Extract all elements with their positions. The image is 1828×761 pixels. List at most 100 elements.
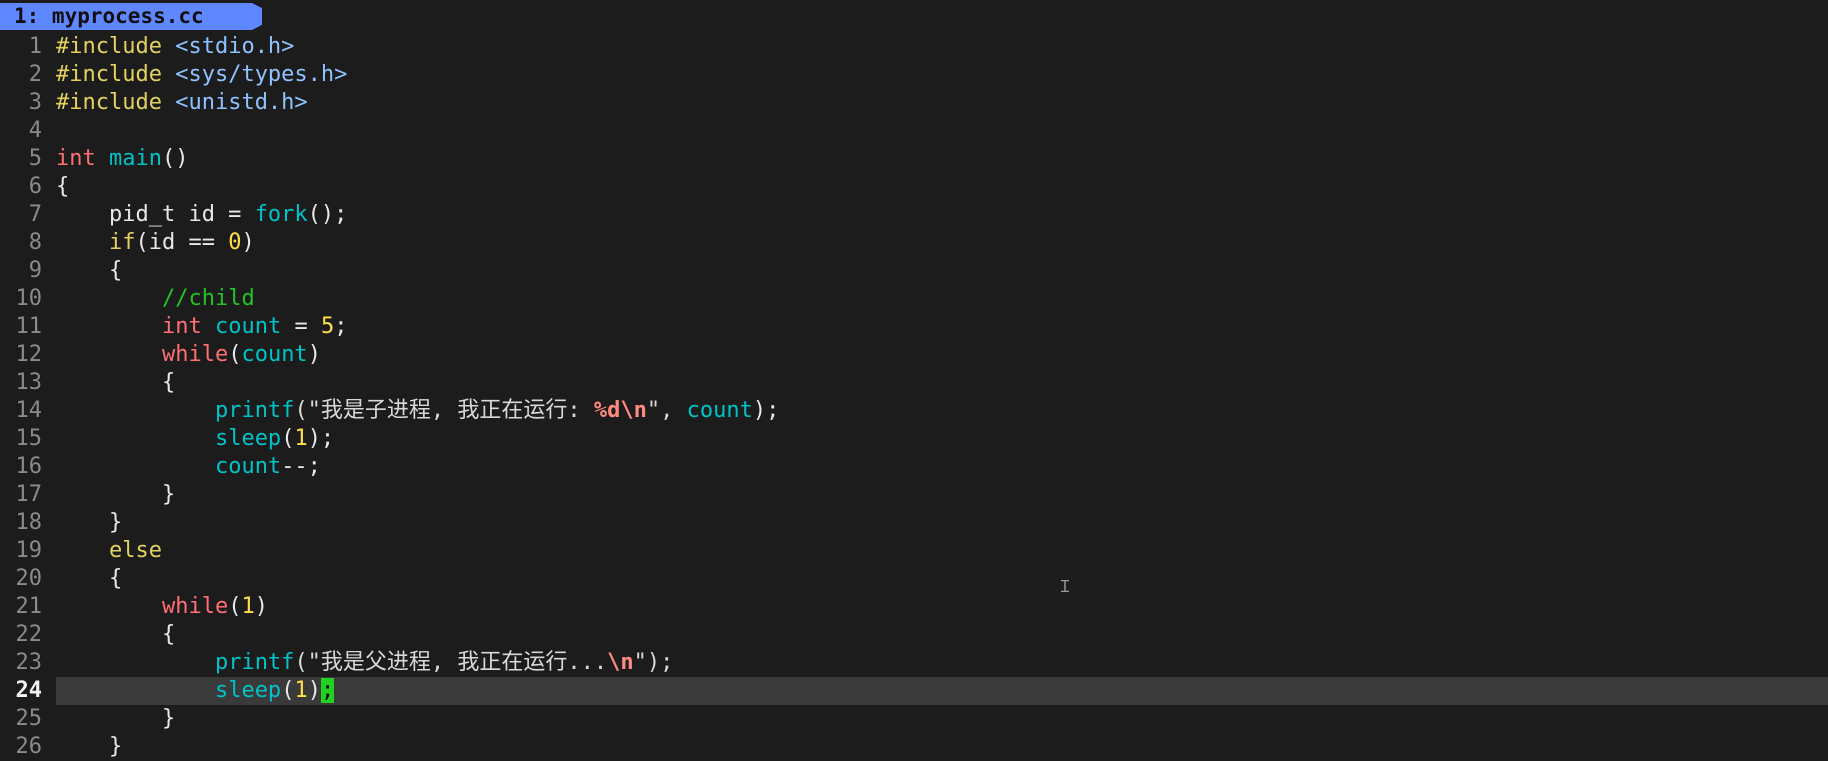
code-token: sleep [214,678,282,703]
code-token: pid_t id = [56,202,255,227]
line-code: } [56,733,122,761]
code-line[interactable]: 25 } [0,705,1828,733]
code-line[interactable]: 12 while(count) [0,341,1828,369]
line-number: 20 [15,566,43,591]
line-code: pid_t id = fork(); [56,201,347,229]
line-number: 4 [28,118,42,143]
code-token: if [108,230,136,255]
code-token: --; [281,454,321,479]
code-token: { [56,258,123,283]
code-token: ( [281,678,295,703]
line-number: 13 [15,370,43,395]
buffer-tab[interactable]: 1: myprocess.cc [0,3,262,30]
line-number: 14 [15,398,43,423]
line-number: 18 [15,510,43,535]
line-number: 22 [15,622,43,647]
code-line[interactable]: 7 pid_t id = fork(); [0,201,1828,229]
code-token: ", [646,398,687,423]
code-line[interactable]: 8 if(id == 0) [0,229,1828,257]
line-number: 6 [28,174,42,199]
code-line-current[interactable]: 24 sleep(1); [0,677,1828,705]
code-token: ) [307,342,321,367]
code-line[interactable]: 15 sleep(1); [0,425,1828,453]
code-line[interactable]: 3 #include <unistd.h> [0,89,1828,117]
code-line[interactable]: 5 int main() [0,145,1828,173]
code-token: <sys/types.h> [175,62,348,87]
code-line[interactable]: 4 [0,117,1828,145]
code-token: else [108,538,162,563]
line-code: { [56,173,69,201]
line-number: 24 [15,678,43,703]
line-number: 21 [15,594,43,619]
code-line[interactable]: 9 { [0,257,1828,285]
line-code: } [56,481,175,509]
line-number: 25 [15,706,43,731]
line-code: printf("我是子进程, 我正在运行: %d\n", count); [56,397,779,425]
code-line[interactable]: 2 #include <sys/types.h> [0,61,1828,89]
line-code: { [56,369,175,397]
line-code: while(1) [56,593,268,621]
code-line[interactable]: 18 } [0,509,1828,537]
code-line[interactable]: 16 count--; [0,453,1828,481]
code-token: ( [281,426,295,451]
line-code: printf("我是父进程, 我正在运行...\n"); [56,649,673,677]
line-code: sleep(1); [56,425,334,453]
code-line[interactable]: 14 printf("我是子进程, 我正在运行: %d\n", count); [0,397,1828,425]
code-token: { [56,566,123,591]
code-token: (id == [135,230,229,255]
code-token: = [281,314,321,339]
code-line[interactable]: 11 int count = 5; [0,313,1828,341]
code-token: ) [241,230,255,255]
code-line[interactable]: 10 //child [0,285,1828,313]
line-code: { [56,565,122,593]
code-token: while [161,342,229,367]
code-line[interactable]: 19 else [0,537,1828,565]
line-number: 7 [28,202,42,227]
code-line[interactable]: 6{ [0,173,1828,201]
line-number: 11 [15,314,43,339]
code-token: <unistd.h> [175,90,308,115]
line-number: 3 [28,90,42,115]
code-line[interactable]: 22 { [0,621,1828,649]
line-number: 19 [15,538,43,563]
code-token: (); [307,202,348,227]
code-token: sleep [214,426,282,451]
code-token: ; [334,314,348,339]
code-token: 5 [320,314,335,339]
code-line[interactable]: 13 { [0,369,1828,397]
tabline: 1: myprocess.cc [0,0,1828,30]
line-code: while(count) [56,341,321,369]
code-token: fork [254,202,308,227]
code-line[interactable]: 17 } [0,481,1828,509]
code-line[interactable]: 23 printf("我是父进程, 我正在运行...\n"); [0,649,1828,677]
code-token: #include [56,90,176,115]
code-token: #include [56,34,176,59]
code-editor[interactable]: 1 #include <stdio.h> 2 #include <sys/types.… [0,33,1828,761]
line-code: } [56,509,122,537]
code-token: } [56,510,123,535]
line-code: { [56,257,122,285]
code-token: while [161,594,229,619]
line-number: 17 [15,482,43,507]
code-token: printf [214,398,295,423]
code-line[interactable]: 21 while(1) [0,593,1828,621]
code-token: 1 [294,426,308,451]
line-number: 12 [15,342,43,367]
line-code: #include <sys/types.h> [56,61,347,89]
code-line[interactable]: 20 { [0,565,1828,593]
code-line[interactable]: 26 } [0,733,1828,761]
code-line[interactable]: 1 #include <stdio.h> [0,33,1828,61]
line-code: { [56,621,175,649]
line-number: 2 [28,62,42,87]
code-token: ) [307,678,321,703]
